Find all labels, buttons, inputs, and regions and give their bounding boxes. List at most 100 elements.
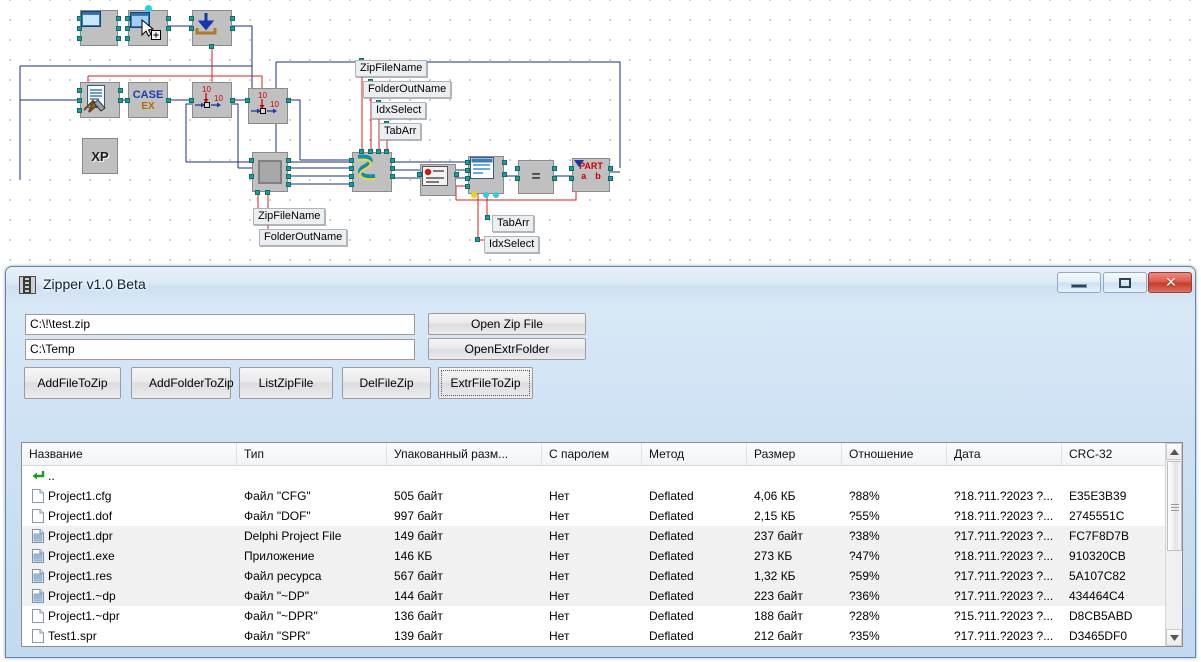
label-tabarr-bottom[interactable]: TabArr xyxy=(492,215,535,232)
port[interactable] xyxy=(502,160,507,165)
open-zip-file-button[interactable]: Open Zip File xyxy=(428,313,586,335)
port[interactable] xyxy=(569,166,574,171)
port[interactable] xyxy=(116,36,121,41)
table-row[interactable]: Project1.dpr Delphi Project File 149 байт Н… xyxy=(22,526,1182,546)
block-panel[interactable] xyxy=(252,152,288,192)
block-window[interactable] xyxy=(80,10,118,46)
col-crc[interactable]: CRC-32 xyxy=(1062,443,1182,465)
port[interactable] xyxy=(465,184,470,189)
port[interactable] xyxy=(390,166,395,171)
port[interactable] xyxy=(552,166,557,171)
port[interactable] xyxy=(475,237,480,242)
table-row[interactable]: Project1.dof Файл "DOF" 997 байт Нет Deflate… xyxy=(22,506,1182,526)
label-tabarr-top[interactable]: TabArr xyxy=(379,123,422,140)
port[interactable] xyxy=(209,44,214,49)
block-diagram-canvas[interactable]: CASE EX 10 10 10 10 XP = PART a b ZipFil… xyxy=(0,0,1201,261)
port[interactable] xyxy=(77,26,82,31)
port[interactable] xyxy=(249,174,254,179)
port[interactable] xyxy=(245,98,250,103)
port[interactable] xyxy=(249,158,254,163)
block-download[interactable] xyxy=(192,10,232,46)
port[interactable] xyxy=(390,174,395,179)
file-list-body[interactable]: .. Project1.cfg Файл "CFG" 505 байт Нет Defla… xyxy=(22,466,1182,647)
port[interactable] xyxy=(125,26,130,31)
zipper-window[interactable]: Zipper v1.0 Beta ✕ C:\!\test.zip Open Zi… xyxy=(5,266,1196,658)
table-row[interactable]: .. xyxy=(22,466,1182,486)
del-file-zip-button[interactable]: DelFileZip xyxy=(342,367,431,399)
col-name[interactable]: Название xyxy=(22,443,237,465)
port[interactable] xyxy=(384,149,389,154)
col-date[interactable]: Дата xyxy=(947,443,1062,465)
block-mt-table[interactable]: MT xyxy=(468,156,504,194)
port[interactable] xyxy=(286,174,291,179)
minimize-button[interactable] xyxy=(1057,272,1101,293)
label-idxselect-top[interactable]: IdxSelect xyxy=(371,102,427,119)
port-yellow[interactable] xyxy=(471,192,477,198)
port[interactable] xyxy=(465,160,470,165)
scrollbar-thumb[interactable] xyxy=(1167,461,1182,551)
table-row[interactable]: Project1.~dpr Файл "~DPR" 136 байт Нет Defla… xyxy=(22,606,1182,626)
extract-path-input[interactable]: C:\Temp xyxy=(25,339,415,360)
port[interactable] xyxy=(189,98,194,103)
open-extr-folder-button[interactable]: OpenExtrFolder xyxy=(428,338,586,360)
table-row[interactable]: Test1.~sp Файл "~SP" 120 байт Нет Deflated 17… xyxy=(22,646,1182,647)
extr-file-to-zip-button[interactable]: ExtrFileToZip xyxy=(438,367,533,399)
port[interactable] xyxy=(552,176,557,181)
port[interactable] xyxy=(189,26,194,31)
port[interactable] xyxy=(77,108,82,113)
port[interactable] xyxy=(349,174,354,179)
table-row[interactable]: Project1.~dp Файл "~DP" 144 байт Нет Deflate… xyxy=(22,586,1182,606)
block-record[interactable] xyxy=(420,164,456,196)
block-zip-engine[interactable] xyxy=(352,152,392,192)
port[interactable] xyxy=(77,16,82,21)
col-method[interactable]: Метод xyxy=(642,443,747,465)
port[interactable] xyxy=(77,88,82,93)
table-row[interactable]: Project1.res Файл ресурса 567 байт Нет Defla… xyxy=(22,566,1182,586)
port[interactable] xyxy=(125,16,130,21)
port[interactable] xyxy=(230,16,235,21)
port-cyan-2[interactable] xyxy=(493,192,499,198)
port[interactable] xyxy=(116,16,121,21)
port[interactable] xyxy=(265,190,270,195)
port-cyan-1[interactable] xyxy=(483,192,489,198)
block-part[interactable]: PART a b xyxy=(572,158,610,192)
scroll-down-button[interactable] xyxy=(1166,629,1182,646)
port[interactable] xyxy=(390,158,395,163)
block-file-tools[interactable] xyxy=(80,82,120,118)
file-list-header[interactable]: Название Тип Упакованный разм... С паролем М… xyxy=(22,443,1182,466)
label-zipfilename-top[interactable]: ZipFileName xyxy=(355,60,428,77)
col-ratio[interactable]: Отношение xyxy=(842,443,947,465)
add-file-to-zip-button[interactable]: AddFileToZip xyxy=(24,367,121,399)
port[interactable] xyxy=(515,166,520,171)
port[interactable] xyxy=(255,190,260,195)
port[interactable] xyxy=(77,98,82,103)
label-folderoutname-top[interactable]: FolderOutName xyxy=(363,81,452,98)
port[interactable] xyxy=(118,98,123,103)
port[interactable] xyxy=(166,16,171,21)
port[interactable] xyxy=(286,182,291,187)
port[interactable] xyxy=(125,36,130,41)
table-row[interactable]: Project1.cfg Файл "CFG" 505 байт Нет Deflate… xyxy=(22,486,1182,506)
port[interactable] xyxy=(349,182,354,187)
port[interactable] xyxy=(359,149,364,154)
block-counter-2[interactable]: 10 10 xyxy=(248,88,288,124)
file-list-scrollbar[interactable] xyxy=(1165,443,1182,646)
scroll-up-button[interactable] xyxy=(1166,443,1182,460)
maximize-button[interactable] xyxy=(1103,272,1147,293)
port[interactable] xyxy=(166,26,171,31)
table-row[interactable]: Test1.spr Файл "SPR" 139 байт Нет Deflated 21… xyxy=(22,626,1182,646)
port[interactable] xyxy=(485,215,490,220)
port[interactable] xyxy=(608,176,613,181)
port[interactable] xyxy=(368,149,373,154)
col-packed-size[interactable]: Упакованный разм... xyxy=(387,443,542,465)
port[interactable] xyxy=(286,158,291,163)
file-list-view[interactable]: Название Тип Упакованный разм... С паролем М… xyxy=(21,442,1183,647)
port[interactable] xyxy=(569,176,574,181)
port[interactable] xyxy=(349,158,354,163)
port[interactable] xyxy=(166,98,171,103)
port[interactable] xyxy=(125,98,130,103)
port[interactable] xyxy=(376,149,381,154)
window-title-bar[interactable]: Zipper v1.0 Beta ✕ xyxy=(6,267,1195,303)
port[interactable] xyxy=(502,172,507,177)
port[interactable] xyxy=(230,98,235,103)
